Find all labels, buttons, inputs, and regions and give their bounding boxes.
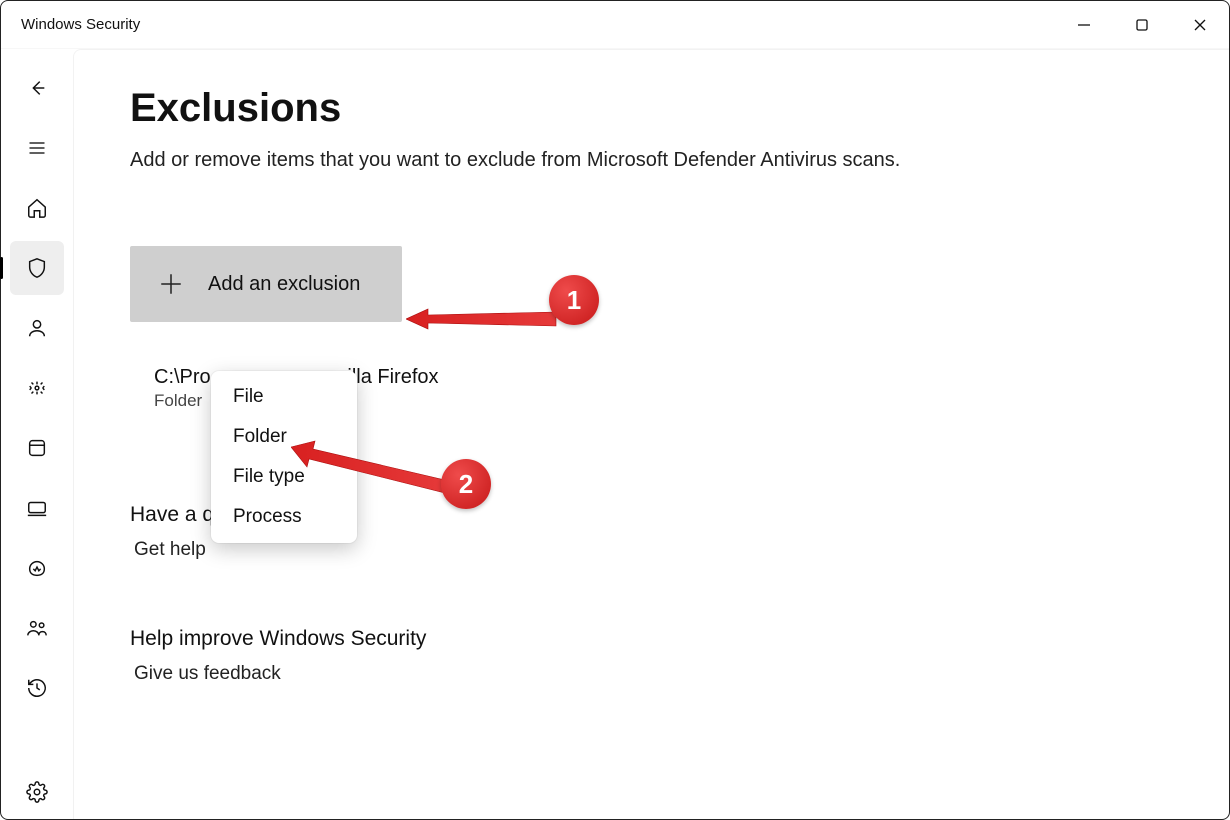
sidebar-account-icon[interactable] <box>10 301 64 355</box>
minimize-button[interactable] <box>1055 1 1113 49</box>
add-exclusion-label: Add an exclusion <box>208 273 360 296</box>
close-button[interactable] <box>1171 1 1229 49</box>
help-improve-heading: Help improve Windows Security <box>130 627 1173 651</box>
sidebar-settings-icon[interactable] <box>10 765 64 819</box>
dropdown-item-process[interactable]: Process <box>211 497 357 537</box>
page-description: Add or remove items that you want to exc… <box>130 149 1173 172</box>
annotation-arrow-1 <box>406 299 561 339</box>
sidebar-app-browser-icon[interactable] <box>10 421 64 475</box>
hamburger-menu-icon[interactable] <box>10 121 64 175</box>
maximize-button[interactable] <box>1113 1 1171 49</box>
titlebar: Windows Security <box>1 1 1229 49</box>
dropdown-item-file[interactable]: File <box>211 377 357 417</box>
back-button[interactable] <box>10 61 64 115</box>
sidebar-protection-history-icon[interactable] <box>10 661 64 715</box>
sidebar-device-security-icon[interactable] <box>10 481 64 535</box>
window-title: Windows Security <box>21 16 140 33</box>
sidebar-firewall-icon[interactable] <box>10 361 64 415</box>
sidebar <box>1 49 73 819</box>
annotation-arrow-2 <box>291 439 456 499</box>
window-controls <box>1055 1 1229 49</box>
sidebar-family-icon[interactable] <box>10 601 64 655</box>
feedback-link[interactable]: Give us feedback <box>130 663 1173 685</box>
annotation-badge-1: 1 <box>549 275 599 325</box>
page-title: Exclusions <box>130 86 1173 131</box>
sidebar-home-icon[interactable] <box>10 181 64 235</box>
sidebar-device-performance-icon[interactable] <box>10 541 64 595</box>
sidebar-shield-icon[interactable] <box>10 241 64 295</box>
annotation-badge-2: 2 <box>441 459 491 509</box>
plus-icon <box>158 271 184 297</box>
add-exclusion-button[interactable]: Add an exclusion <box>130 246 402 322</box>
